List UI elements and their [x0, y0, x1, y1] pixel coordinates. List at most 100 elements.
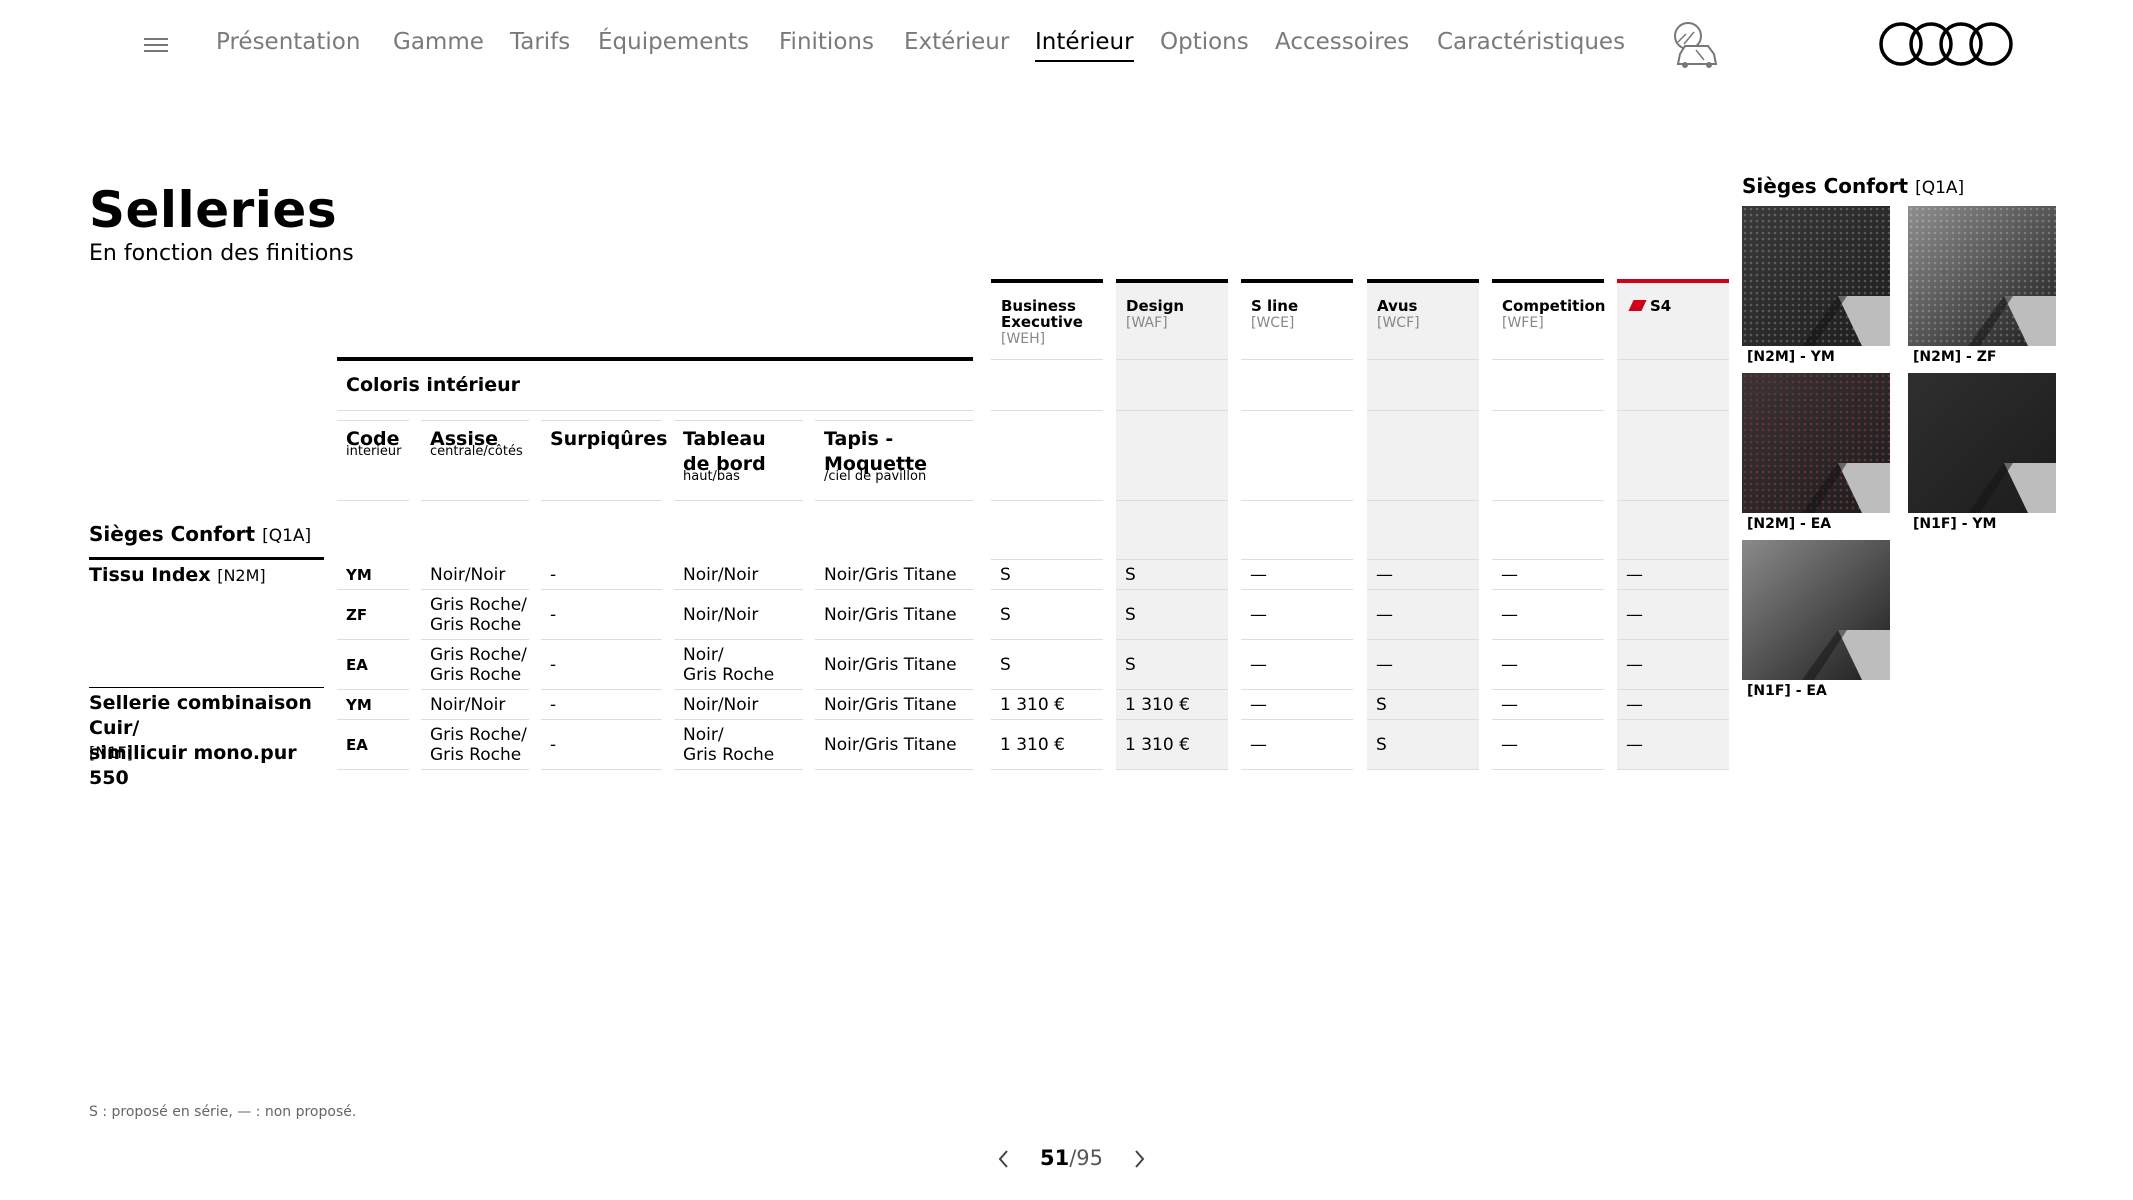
nav-gamme[interactable]: Gamme: [393, 27, 484, 57]
table-cell-trim: —: [1367, 590, 1479, 640]
trim-header-business-executive: Business Executive [WEH]: [991, 279, 1103, 360]
table-cell-trim: S: [1367, 690, 1479, 720]
chevron-left-icon[interactable]: [996, 1148, 1012, 1170]
trim-column-cell: [1492, 360, 1604, 411]
table-cell-trim: S: [1116, 560, 1228, 590]
trim-code: [WAF]: [1126, 315, 1168, 331]
table-cell-tableau: Noir/Noir: [674, 590, 803, 640]
table-cell-trim: —: [1241, 640, 1353, 690]
swatch-title-code: [Q1A]: [1915, 178, 1965, 198]
table-cell-surpiqures: -: [541, 720, 662, 770]
trim-name: S4: [1650, 297, 1672, 315]
upholstery-swatch[interactable]: [1742, 373, 1890, 513]
table-cell-assise: Gris Roche/ Gris Roche: [421, 590, 529, 640]
table-cell-code: EA: [337, 720, 409, 770]
group-label-cuir: Sellerie combinaison Cuir/ similicuir mo…: [89, 692, 312, 789]
table-cell-trim: —: [1367, 640, 1479, 690]
table-cell-surpiqures: -: [541, 690, 662, 720]
trim-name: Competition: [1502, 297, 1606, 315]
swatch-title-text: Sièges Confort: [1742, 174, 1909, 198]
group-label-tissu: Tissu Index [N2M]: [89, 562, 266, 589]
trim-column-cell: [1241, 411, 1353, 501]
car-configurator-icon[interactable]: [1668, 20, 1722, 70]
nav-tarifs[interactable]: Tarifs: [510, 27, 570, 57]
nav-equipements[interactable]: Équipements: [598, 27, 749, 57]
trim-column-cell: [1617, 501, 1729, 560]
table-cell-trim: —: [1492, 720, 1604, 770]
trim-code: [WCE]: [1251, 315, 1295, 331]
table-cell-tableau: Noir/Noir: [674, 690, 803, 720]
group-code: [N1F]: [89, 743, 133, 762]
table-cell-code: YM: [337, 690, 409, 720]
nav-options[interactable]: Options: [1160, 27, 1249, 57]
section-title-text: Sièges Confort: [89, 522, 256, 546]
s-badge-icon: [1628, 300, 1647, 311]
nav-presentation[interactable]: Présentation: [216, 27, 360, 57]
nav-interieur[interactable]: Intérieur: [1035, 27, 1134, 62]
nav-finitions[interactable]: Finitions: [779, 27, 874, 57]
table-cell-tableau: Noir/ Gris Roche: [674, 640, 803, 690]
table-cell-tableau: Noir/ Gris Roche: [674, 720, 803, 770]
chevron-right-icon[interactable]: [1131, 1148, 1147, 1170]
table-cell-trim: —: [1617, 690, 1729, 720]
trim-column-cell: [1367, 360, 1479, 411]
nav-accessoires[interactable]: Accessoires: [1275, 27, 1409, 57]
trim-header-s-line: S line [WCE]: [1241, 279, 1353, 360]
table-cell-trim: 1 310 €: [991, 720, 1103, 770]
trim-header-s4: S4: [1617, 279, 1729, 360]
trim-column-cell: [1367, 501, 1479, 560]
table-cell-code: ZF: [337, 590, 409, 640]
table-cell-trim: 1 310 €: [1116, 720, 1228, 770]
upholstery-swatch[interactable]: [1742, 206, 1890, 346]
group-label-text: Tissu Index: [89, 564, 211, 586]
table-cell-trim: S: [991, 640, 1103, 690]
table-cell-surpiqures: -: [541, 560, 662, 590]
table-cell-surpiqures: -: [541, 590, 662, 640]
section-code: [Q1A]: [262, 526, 312, 546]
swatch-label: [N2M] - YM: [1747, 349, 1835, 365]
trim-code: [WCF]: [1377, 315, 1420, 331]
swatch-label: [N2M] - ZF: [1913, 349, 1997, 365]
table-cell-trim: S: [991, 590, 1103, 640]
table-cell-assise: Noir/Noir: [421, 690, 529, 720]
nav-exterieur[interactable]: Extérieur: [904, 27, 1009, 57]
coloris-divider: [337, 357, 973, 361]
upholstery-swatch[interactable]: [1908, 206, 2056, 346]
trim-header-competition: Competition [WFE]: [1492, 279, 1606, 360]
upholstery-swatch[interactable]: [1908, 373, 2056, 513]
nav-caracteristiques[interactable]: Caractéristiques: [1437, 27, 1625, 57]
table-cell-trim: —: [1617, 560, 1729, 590]
upholstery-swatch[interactable]: [1742, 540, 1890, 680]
table-cell-tapis: Noir/Gris Titane: [815, 690, 973, 720]
footnote: S : proposé en série, — : non proposé.: [89, 1104, 357, 1120]
col-header-code: Code interieur: [337, 420, 409, 501]
table-cell-trim: —: [1241, 690, 1353, 720]
table-cell-trim: S: [1116, 640, 1228, 690]
swatch-label: [N1F] - EA: [1747, 683, 1827, 699]
table-cell-trim: —: [1492, 590, 1604, 640]
trim-column-cell: [1116, 501, 1228, 560]
table-cell-trim: 1 310 €: [991, 690, 1103, 720]
trim-column-cell: [1116, 360, 1228, 411]
trim-code: [WEH]: [1001, 331, 1046, 347]
table-cell-tapis: Noir/Gris Titane: [815, 590, 973, 640]
table-cell-trim: S: [991, 560, 1103, 590]
trim-column-cell: [1492, 411, 1604, 501]
menu-icon[interactable]: [144, 36, 168, 54]
table-cell-assise: Gris Roche/ Gris Roche: [421, 720, 529, 770]
table-cell-tapis: Noir/Gris Titane: [815, 560, 973, 590]
section-title: Sièges Confort [Q1A]: [89, 520, 311, 550]
trim-name: S line: [1251, 297, 1299, 315]
table-cell-code: EA: [337, 640, 409, 690]
table-cell-trim: —: [1617, 590, 1729, 640]
trim-column-cell: [1241, 360, 1353, 411]
table-cell-trim: —: [1492, 560, 1604, 590]
trim-name: Design: [1126, 297, 1185, 315]
table-cell-surpiqures: -: [541, 640, 662, 690]
group-code: [N2M]: [217, 566, 266, 585]
trim-column-cell: [1617, 360, 1729, 411]
trim-column-cell: [1492, 501, 1604, 560]
table-cell-trim: —: [1492, 640, 1604, 690]
coloris-header: Coloris intérieur: [346, 374, 521, 396]
swatch-label: [N2M] - EA: [1747, 516, 1832, 532]
